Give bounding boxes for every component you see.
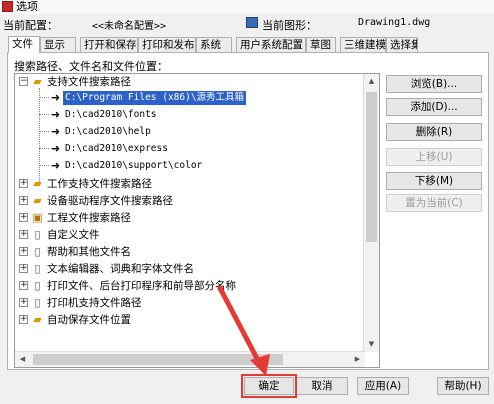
tab-display[interactable]: 显示 [40,37,76,52]
folder-icon: ▰ [33,75,42,88]
tab-3d-modeling[interactable]: 三维建模 [340,37,386,52]
scroll-left-arrow-icon[interactable]: ◀ [15,352,30,367]
tree-item-printer-support-paths[interactable]: + ▯ 打印机支持文件路径 [15,295,365,311]
tree-item-label: 文本编辑器、词典和字体文件名 [47,263,194,275]
tree-item-label: 支持文件搜索路径 [47,76,131,88]
tab-selection[interactable]: 选择集 [386,37,418,52]
autocad-app-icon [2,1,13,12]
document-icon: ▯ [34,228,41,241]
tree-item-autosave-location[interactable]: + ▰ 自动保存文件位置 [15,312,365,328]
browse-button[interactable]: 浏览(B)... [386,75,482,93]
move-down-button[interactable]: 下移(M) [386,172,482,190]
tree-item-label: 工作支持文件搜索路径 [47,178,152,190]
expand-icon[interactable]: + [19,196,28,205]
scroll-up-arrow-icon[interactable]: ▲ [364,74,379,89]
search-paths-tree[interactable]: − ▰ 支持文件搜索路径 ➜ C:\Program Files (x86)\源秀… [14,73,380,368]
tab-user-preferences[interactable]: 用户系统配置 [236,37,306,52]
current-drawing-label: 当前图形： [262,19,317,32]
expand-icon[interactable]: + [19,213,28,222]
expand-icon[interactable]: + [19,315,28,324]
expand-icon[interactable]: + [19,264,28,273]
tree-item-path[interactable]: ➜ D:\cad2010\support\color [15,158,365,174]
tree-item-customization-files[interactable]: + ▯ 自定义文件 [15,227,365,243]
scroll-right-arrow-icon[interactable]: ▶ [350,352,365,367]
tab-open-save[interactable]: 打开和保存 [80,37,138,52]
set-current-button[interactable]: 置为当前(C) [386,194,482,212]
tree-item-label: 工程文件搜索路径 [47,212,131,224]
folder-icon: ▰ [33,194,42,207]
tree-item-label: D:\cad2010\help [65,126,151,137]
tree-item-help-files[interactable]: + ▯ 帮助和其他文件名 [15,244,365,260]
document-icon: ▯ [34,245,41,258]
tree-item-path[interactable]: ➜ C:\Program Files (x86)\源秀工具箱 [15,90,365,106]
arrow-right-icon: ➜ [50,159,61,172]
scroll-thumb[interactable] [33,354,283,365]
tree-item-project-paths[interactable]: + ▣ 工程文件搜索路径 [15,210,365,226]
document-icon: ▯ [34,296,41,309]
arrow-right-icon: ➜ [50,108,61,121]
arrow-right-icon: ➜ [50,125,61,138]
expand-icon[interactable]: + [19,179,28,188]
tree-item-label: 自动保存文件位置 [47,314,131,326]
tree-item-label: 打印文件、后台打印程序和前导部分名称 [47,280,236,292]
apply-button[interactable]: 应用(A) [357,377,409,395]
scroll-down-arrow-icon[interactable]: ▼ [364,337,379,352]
current-profile-value: <<未命名配置>> [92,21,167,32]
files-tab-panel: 搜索路径、文件名和文件位置： − ▰ 支持文件搜索路径 ➜ C:\Program… [7,52,489,370]
drawing-icon [246,17,258,28]
current-drawing-value: Drawing1.dwg [358,17,431,28]
tree-item-label: D:\cad2010\fonts [65,109,157,120]
folder-icon: ▰ [33,313,42,326]
project-icon: ▣ [32,211,43,224]
arrow-right-icon: ➜ [50,91,61,104]
document-icon: ▯ [34,262,41,275]
tree-item-label: 自定义文件 [47,229,100,241]
horizontal-scrollbar[interactable]: ◀ ▶ [15,351,365,367]
tab-system[interactable]: 系统 [196,37,232,52]
tree-item-label: C:\Program Files (x86)\源秀工具箱 [63,91,247,105]
tree-item-text-editor-files[interactable]: + ▯ 文本编辑器、词典和字体文件名 [15,261,365,277]
add-button[interactable]: 添加(D)... [386,98,482,116]
cancel-button[interactable]: 取消 [296,377,348,395]
expand-icon[interactable]: + [19,298,28,307]
tree-item-label: D:\cad2010\express [65,143,168,154]
tree-item-plot-files[interactable]: + ▯ 打印文件、后台打印程序和前导部分名称 [15,278,365,294]
tree-item-label: 设备驱动程序文件搜索路径 [47,195,173,207]
tree-item-working-support-paths[interactable]: + ▰ 工作支持文件搜索路径 [15,176,365,192]
tab-files[interactable]: 文件 [8,36,40,53]
expand-icon[interactable]: + [19,247,28,256]
expand-icon[interactable]: + [19,281,28,290]
ok-highlight-box [241,374,297,398]
tree-item-support-paths[interactable]: − ▰ 支持文件搜索路径 [15,74,365,90]
window-title: 选项 [16,0,38,13]
tree-item-device-driver-paths[interactable]: + ▰ 设备驱动程序文件搜索路径 [15,193,365,209]
vertical-scrollbar[interactable]: ▲ ▼ [363,74,379,352]
remove-button[interactable]: 删除(R) [386,123,482,141]
tree-item-label: 帮助和其他文件名 [47,246,131,258]
tab-drafting[interactable]: 草图 [306,37,336,52]
folder-icon: ▰ [33,177,42,190]
options-tab-bar: 文件 显示 打开和保存 打印和发布 系统 用户系统配置 草图 三维建模 选择集 [8,36,494,53]
tab-plot-publish[interactable]: 打印和发布 [138,37,196,52]
collapse-icon[interactable]: − [19,77,28,86]
profile-info-bar: 当前配置： <<未命名配置>> 当前图形： Drawing1.dwg [0,15,494,33]
tree-item-label: 打印机支持文件路径 [47,297,142,309]
move-up-button[interactable]: 上移(U) [386,148,482,166]
tree-item-label: D:\cad2010\support\color [65,160,203,171]
expand-icon[interactable]: + [19,230,28,239]
help-button[interactable]: 帮助(H) [437,377,489,395]
search-paths-label: 搜索路径、文件名和文件位置： [14,60,168,73]
current-profile-label: 当前配置： [3,19,58,32]
scroll-thumb[interactable] [366,92,377,242]
tree-item-path[interactable]: ➜ D:\cad2010\help [15,124,365,140]
document-icon: ▯ [34,279,41,292]
tree-item-path[interactable]: ➜ D:\cad2010\fonts [15,107,365,123]
title-bar: 选项 [0,0,494,14]
tree-item-path[interactable]: ➜ D:\cad2010\express [15,141,365,157]
arrow-right-icon: ➜ [50,142,61,155]
